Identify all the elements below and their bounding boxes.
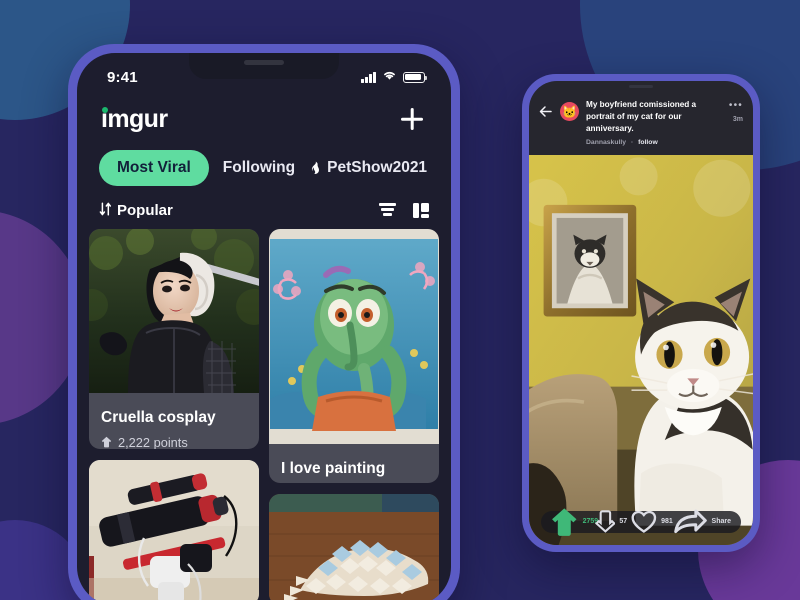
feed-tab-bar: Most Viral Following PetShow2021 xyxy=(77,145,451,191)
favorite-count: 981 xyxy=(661,518,673,526)
status-time: 9:41 xyxy=(107,68,138,86)
imgur-logo: imgur xyxy=(101,104,168,134)
telescope-photo xyxy=(89,459,259,600)
phone-notch xyxy=(598,81,684,96)
battery-icon xyxy=(403,71,428,83)
feed-card-cruella[interactable]: Cruella cosplay 2,222 points xyxy=(89,229,259,449)
card-points-label: 2,222 points xyxy=(118,434,188,449)
more-options-icon[interactable]: ••• xyxy=(729,101,743,111)
card-meta: Cruella cosplay 2,222 points xyxy=(89,398,259,449)
tab-petshow2021[interactable]: PetShow2021 xyxy=(309,159,427,177)
sort-arrows-icon xyxy=(99,201,112,219)
earpiece-speaker xyxy=(629,85,653,88)
cat-with-framed-portrait-photo: 2759 57 981 Share xyxy=(529,154,753,545)
filter-icon[interactable] xyxy=(379,203,396,217)
card-title: Cruella cosplay xyxy=(101,409,216,426)
sort-control[interactable]: Popular xyxy=(99,202,173,219)
tab-most-viral[interactable]: Most Viral xyxy=(99,150,209,186)
view-controls xyxy=(379,202,429,219)
post-phone-mockup: 🐱 My boyfriend comissioned a portrait of… xyxy=(522,74,760,552)
wifi-icon xyxy=(382,68,397,86)
downvote-count: 57 xyxy=(619,518,628,526)
byline-separator: · xyxy=(630,138,634,146)
plus-icon[interactable] xyxy=(397,104,427,134)
post-screen: 🐱 My boyfriend comissioned a portrait of… xyxy=(529,81,753,545)
feed-card-origami[interactable] xyxy=(269,493,439,600)
logo-green-dot-icon xyxy=(102,106,108,113)
feed-screen: 9:41 imgur Most Viral Following PetShow2… xyxy=(77,53,451,600)
feed-column-left: Cruella cosplay 2,222 points xyxy=(89,229,259,600)
post-action-bar: 2759 57 981 Share xyxy=(541,508,741,536)
upvote-icon xyxy=(101,436,112,448)
follow-button[interactable]: follow xyxy=(638,139,658,146)
feed-phone-mockup: 9:41 imgur Most Viral Following PetShow2… xyxy=(68,44,460,600)
cellular-signal-icon xyxy=(361,71,376,83)
grid-layout-icon[interactable] xyxy=(413,202,429,219)
post-header-text: My boyfriend comissioned a portrait of m… xyxy=(586,99,722,146)
tab-following[interactable]: Following xyxy=(223,159,295,177)
squidward-painting-photo xyxy=(269,229,439,449)
cat-avatar-icon[interactable]: 🐱 xyxy=(560,102,579,121)
cruella-cosplay-photo xyxy=(89,229,259,398)
card-points: 2,222 points xyxy=(101,435,247,449)
post-title: My boyfriend comissioned a portrait of m… xyxy=(586,100,697,133)
feed-grid: Cruella cosplay 2,222 points I love pain… xyxy=(77,229,451,600)
upvote-button[interactable]: 2759 xyxy=(550,506,598,538)
flame-icon xyxy=(309,161,322,176)
feed-card-painting[interactable]: I love painting 44,257 points xyxy=(269,229,439,483)
status-bar: 9:41 xyxy=(77,53,451,93)
card-meta: I love painting 44,257 points xyxy=(269,449,439,483)
feed-card-telescope[interactable] xyxy=(89,459,259,600)
post-header-right: ••• 3m xyxy=(729,99,743,146)
downvote-button[interactable]: 57 xyxy=(594,510,627,533)
imgur-logo-text: imgur xyxy=(101,104,168,133)
app-header: imgur xyxy=(77,93,451,145)
feed-column-right: I love painting 44,257 points xyxy=(269,229,439,600)
back-arrow-icon[interactable] xyxy=(538,104,553,119)
origami-swan-photo xyxy=(269,493,439,600)
card-title: I love painting xyxy=(281,460,386,477)
post-username[interactable]: Dannaskully xyxy=(586,139,626,146)
favorite-button[interactable]: 981 xyxy=(631,509,673,535)
post-timestamp: 3m xyxy=(732,116,743,123)
post-byline: Dannaskully · follow xyxy=(586,139,718,146)
tab-petshow2021-label: PetShow2021 xyxy=(327,159,428,176)
sort-bar: Popular xyxy=(77,191,451,229)
sort-label: Popular xyxy=(117,201,173,219)
status-icon-group xyxy=(361,68,428,86)
share-label: Share xyxy=(711,518,731,526)
share-button[interactable]: Share xyxy=(673,508,731,536)
